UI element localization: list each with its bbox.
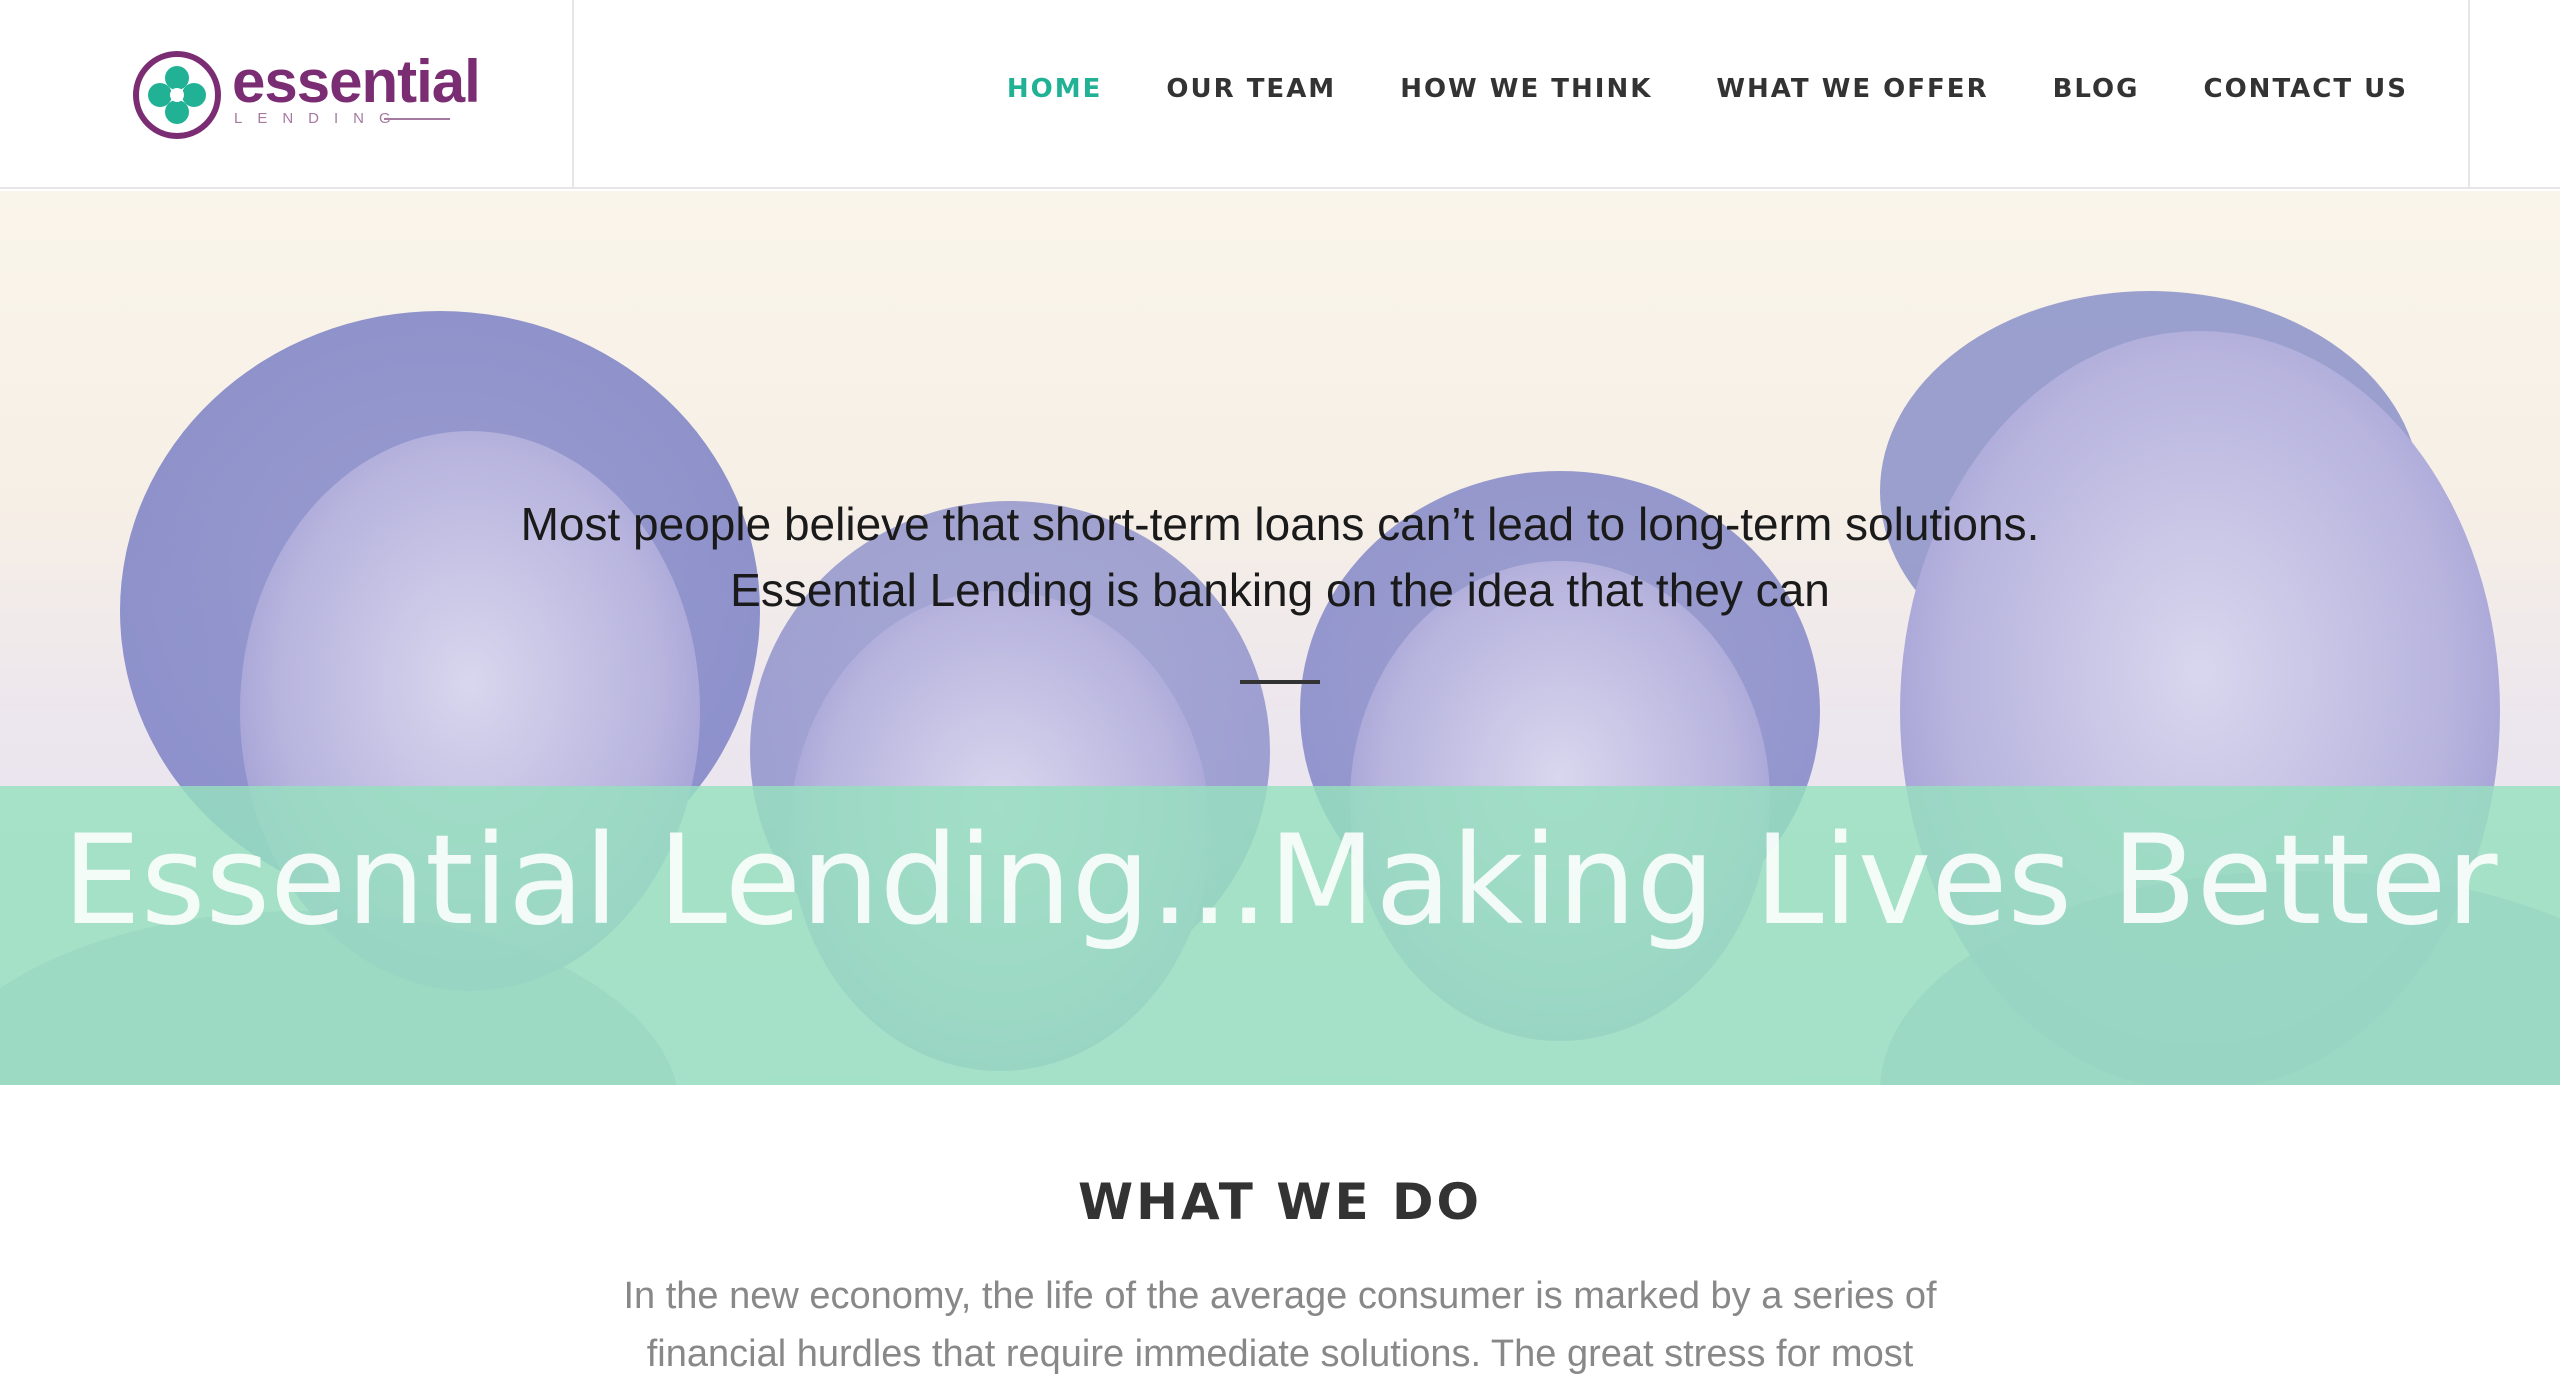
- header-divider: [2468, 0, 2470, 189]
- hero-tagline: Essential Lending...Making Lives Better: [62, 809, 2498, 953]
- paragraph-line: financial hurdles that require immediate…: [646, 1333, 1914, 1375]
- section-heading: WHAT WE DO: [1077, 1173, 1483, 1231]
- hero-banner: Most people believe that short-term loan…: [0, 191, 2560, 1085]
- what-we-do-section: WHAT WE DO In the new economy, the life …: [0, 1085, 2560, 1382]
- nav-item-contact-us[interactable]: CONTACT US: [2204, 74, 2409, 104]
- nav-item-home[interactable]: HOME: [1007, 74, 1103, 104]
- site-logo[interactable]: essential LENDING: [132, 50, 481, 144]
- nav-item-blog[interactable]: BLOG: [2053, 74, 2140, 104]
- paragraph-line: In the new economy, the life of the aver…: [623, 1275, 1937, 1317]
- hero-quote-line: Most people believe that short-term loan…: [520, 498, 2040, 550]
- logo-subtitle: LENDING: [234, 110, 406, 127]
- section-paragraph: In the new economy, the life of the aver…: [0, 1267, 2560, 1383]
- main-nav: HOME OUR TEAM HOW WE THINK WHAT WE OFFER…: [1007, 0, 2408, 178]
- hero-quote-line: Essential Lending is banking on the idea…: [730, 564, 1830, 616]
- logo-mark-icon: [133, 51, 221, 139]
- hero-divider: [1240, 680, 1320, 684]
- nav-item-our-team[interactable]: OUR TEAM: [1166, 74, 1336, 104]
- site-header: essential LENDING HOME OUR TEAM HOW WE T…: [0, 0, 2560, 189]
- nav-item-how-we-think[interactable]: HOW WE THINK: [1400, 74, 1652, 104]
- logo-wordmark: essential: [232, 48, 481, 115]
- header-divider: [572, 0, 574, 189]
- logo-underline: [384, 118, 450, 120]
- nav-item-what-we-offer[interactable]: WHAT WE OFFER: [1716, 74, 1988, 104]
- hero-quote: Most people believe that short-term loan…: [0, 491, 2560, 623]
- tagline-band: Essential Lending...Making Lives Better: [0, 786, 2560, 1085]
